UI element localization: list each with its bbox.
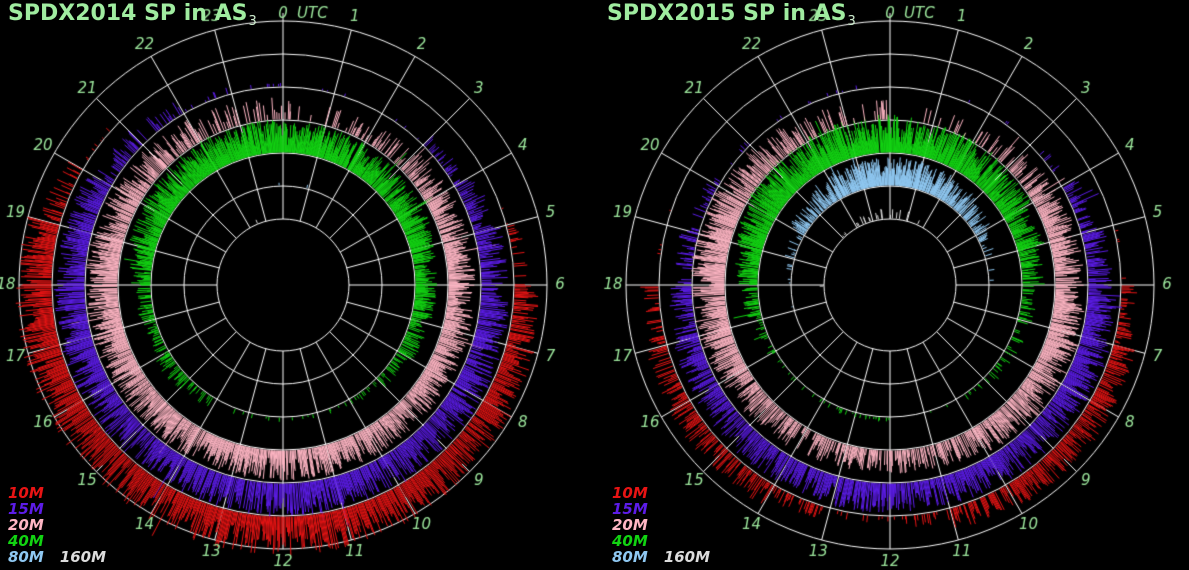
legend-row: 15M [612, 501, 710, 517]
legend-row: 80M 160M [8, 549, 106, 565]
chart-title-2015: SPDX2015 SP in AS3 [607, 1, 856, 26]
chart-title-2015-text: SPDX2015 SP in AS [607, 1, 846, 26]
legend-item-160m: 160M [664, 549, 710, 565]
chart-title-2014-text: SPDX2014 SP in AS [8, 1, 247, 26]
chart-title-2015-subscript: 3 [847, 14, 855, 29]
legend-item-10m: 10M [612, 485, 648, 501]
chart-title-2014: SPDX2014 SP in AS3 [8, 1, 257, 26]
legend-item-20m: 20M [612, 517, 648, 533]
chart-title-2014-subscript: 3 [248, 14, 256, 29]
legend-item-80m: 80M [8, 549, 44, 565]
legend-item-40m: 40M [8, 533, 44, 549]
legend-row: 40M [612, 533, 710, 549]
legend-2014: 10M 15M 20M 40M 80M 160M [8, 485, 106, 565]
legend-item-10m: 10M [8, 485, 44, 501]
dual-polar-chart-stage: SPDX2014 SP in AS3 SPDX2015 SP in AS3 10… [0, 0, 1189, 570]
legend-item-160m: 160M [60, 549, 106, 565]
legend-row: 80M 160M [612, 549, 710, 565]
legend-item-40m: 40M [612, 533, 648, 549]
legend-row: 15M [8, 501, 106, 517]
legend-row: 10M [612, 485, 710, 501]
legend-row: 20M [612, 517, 710, 533]
legend-row: 10M [8, 485, 106, 501]
legend-item-20m: 20M [8, 517, 44, 533]
legend-item-15m: 15M [8, 501, 44, 517]
legend-item-15m: 15M [612, 501, 648, 517]
legend-2015: 10M 15M 20M 40M 80M 160M [612, 485, 710, 565]
legend-row: 40M [8, 533, 106, 549]
legend-row: 20M [8, 517, 106, 533]
legend-item-80m: 80M [612, 549, 648, 565]
polar-charts-canvas [0, 0, 1189, 570]
